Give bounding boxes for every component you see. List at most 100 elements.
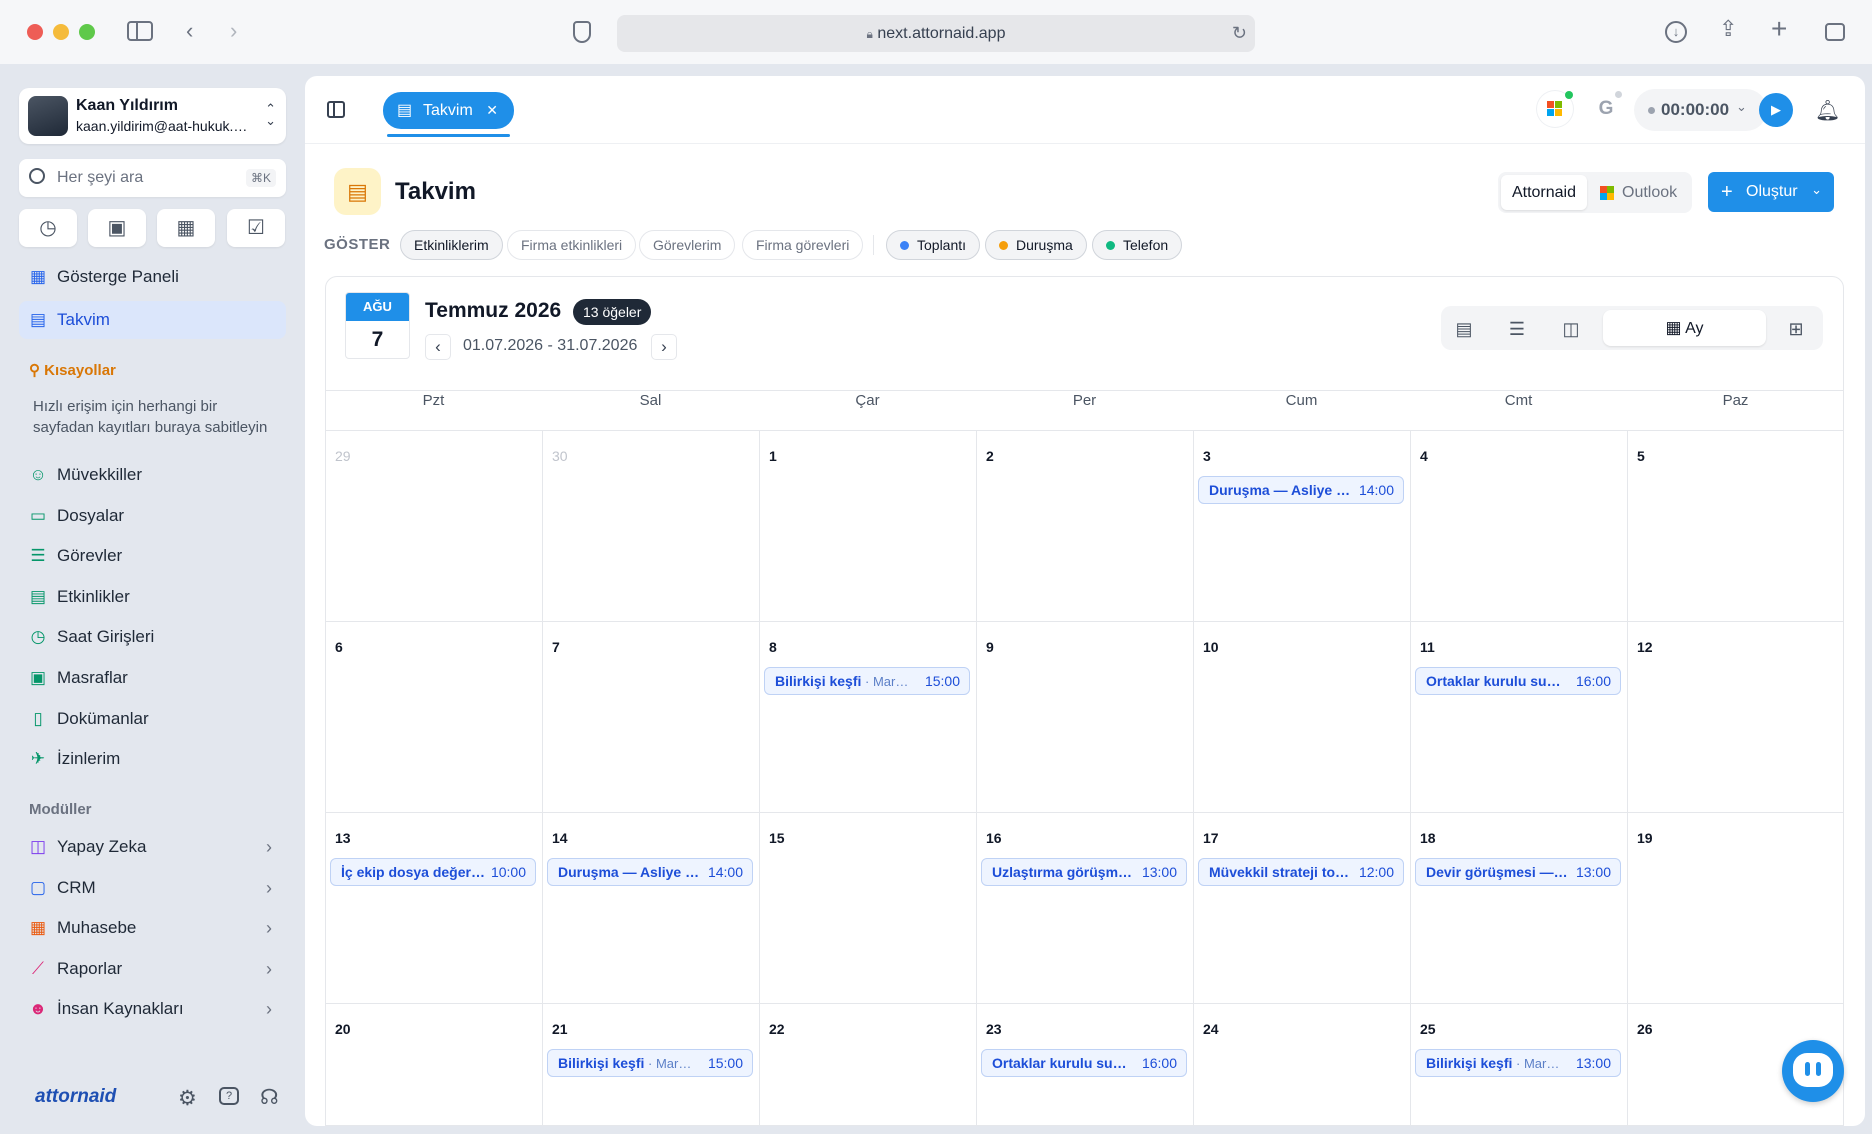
calendar-event[interactable]: Duruşma — Asliye … 14:00 <box>1198 476 1404 504</box>
filter-firm-events[interactable]: Firma etkinlikleri <box>507 230 637 260</box>
type-phone[interactable]: Telefon <box>1092 230 1183 260</box>
sidebar-module-hr[interactable]: ☻ İnsan Kaynakları › <box>19 990 286 1028</box>
calendar-event[interactable]: Ortaklar kurulu su… 16:00 <box>1415 667 1621 695</box>
day-number[interactable]: 9 <box>986 639 994 655</box>
calendar-event[interactable]: Uzlaştırma görüşm… 13:00 <box>981 858 1187 886</box>
day-number[interactable]: 20 <box>335 1021 351 1037</box>
day-number[interactable]: 7 <box>552 639 560 655</box>
panel-toggle-icon[interactable] <box>327 101 345 118</box>
calendar-event[interactable]: Bilirkişi keşfi · Mar… 15:00 <box>764 667 970 695</box>
sidebar-item-events[interactable]: ▤ Etkinlikler <box>19 578 286 616</box>
sidebar-module-accounting[interactable]: ▦ Muhasebe › <box>19 909 286 947</box>
quick-event-button[interactable]: ▦ <box>157 209 215 247</box>
type-hearing[interactable]: Duruşma <box>985 230 1087 260</box>
microsoft-icon[interactable] <box>1537 91 1573 127</box>
view-month-button[interactable]: ▦ Ay <box>1603 310 1766 346</box>
day-number[interactable]: 3 <box>1203 448 1211 464</box>
zoom-window-button[interactable] <box>79 24 95 40</box>
filter-my-tasks[interactable]: Görevlerim <box>639 230 736 260</box>
day-number[interactable]: 24 <box>1203 1021 1219 1037</box>
day-number[interactable]: 1 <box>769 448 777 464</box>
day-number[interactable]: 15 <box>769 830 785 846</box>
day-number[interactable]: 12 <box>1637 639 1653 655</box>
shield-icon[interactable] <box>573 21 591 43</box>
view-week-button[interactable]: ◫ <box>1546 312 1596 346</box>
day-number[interactable]: 8 <box>769 639 777 655</box>
sidebar-item-calendar[interactable]: ▤ Takvim <box>19 301 286 339</box>
tabs-overview-icon[interactable] <box>1825 23 1845 41</box>
minimize-window-button[interactable] <box>53 24 69 40</box>
day-number[interactable]: 2 <box>986 448 994 464</box>
prev-month-button[interactable]: ‹ <box>425 334 451 360</box>
view-list-button[interactable]: ☰ <box>1492 312 1542 346</box>
address-bar[interactable]: 🔒︎ next.attornaid.app ↻ <box>617 15 1255 52</box>
source-outlook[interactable]: Outlook <box>1598 175 1688 210</box>
play-button[interactable]: ▶ <box>1759 93 1793 127</box>
headset-icon[interactable]: ☊ <box>260 1085 279 1110</box>
day-number[interactable]: 17 <box>1203 830 1219 846</box>
close-window-button[interactable] <box>27 24 43 40</box>
day-number[interactable]: 18 <box>1420 830 1436 846</box>
timer-widget[interactable]: 00:00:00 ⌄ ▶ <box>1634 89 1793 131</box>
download-icon[interactable]: ↓ <box>1665 21 1687 43</box>
sidebar-item-expenses[interactable]: ▣ Masraflar <box>19 659 286 697</box>
type-meeting[interactable]: Toplantı <box>886 230 981 260</box>
day-number[interactable]: 26 <box>1637 1021 1653 1037</box>
chat-assistant-button[interactable] <box>1782 1040 1844 1102</box>
sidebar-item-tasks[interactable]: ☰ Görevler <box>19 537 286 575</box>
day-number[interactable]: 25 <box>1420 1021 1436 1037</box>
calendar-event[interactable]: Devir görüşmesi —… 13:00 <box>1415 858 1621 886</box>
day-number[interactable]: 19 <box>1637 830 1653 846</box>
sidebar-item-dashboard[interactable]: ▦ Gösterge Paneli <box>19 258 286 296</box>
sidebar-module-ai[interactable]: ◫ Yapay Zeka › <box>19 828 286 866</box>
bell-icon[interactable]: 🔔︎ <box>1815 98 1840 123</box>
new-tab-icon[interactable]: + <box>1771 15 1787 43</box>
gear-icon[interactable]: ⚙ <box>178 1086 197 1111</box>
day-number[interactable]: 30 <box>552 448 568 464</box>
day-number[interactable]: 21 <box>552 1021 568 1037</box>
today-badge[interactable]: AĞU 7 <box>345 292 410 359</box>
next-month-button[interactable]: › <box>651 334 677 360</box>
calendar-event[interactable]: Duruşma — Asliye … 14:00 <box>547 858 753 886</box>
chevron-down-icon[interactable]: ⌄ <box>1736 99 1747 115</box>
quick-timer-button[interactable]: ◷ <box>19 209 77 247</box>
create-button[interactable]: + Oluştur ⌄ <box>1708 172 1834 212</box>
sidebar-item-leaves[interactable]: ✈ İzinlerim <box>19 740 286 778</box>
calendar-event[interactable]: Ortaklar kurulu su… 16:00 <box>981 1049 1187 1077</box>
forward-icon[interactable]: › <box>230 20 237 42</box>
sidebar-item-documents[interactable]: ▯ Dokümanlar <box>19 700 286 738</box>
day-number[interactable]: 5 <box>1637 448 1645 464</box>
day-number[interactable]: 23 <box>986 1021 1002 1037</box>
view-day-button[interactable]: ▤ <box>1439 312 1489 346</box>
filter-firm-tasks[interactable]: Firma görevleri <box>742 230 864 260</box>
sidebar-module-reports[interactable]: ⟋ Raporlar › <box>19 950 286 988</box>
back-icon[interactable]: ‹ <box>186 20 193 42</box>
user-switcher[interactable]: Kaan Yıldırım kaan.yildirim@aat-hukuk.… … <box>19 88 286 144</box>
reload-icon[interactable]: ↻ <box>1232 15 1247 52</box>
calendar-event[interactable]: Müvekkil strateji to… 12:00 <box>1198 858 1404 886</box>
google-icon[interactable]: G <box>1588 91 1624 127</box>
source-attornaid[interactable]: Attornaid <box>1501 175 1587 210</box>
close-icon[interactable]: ✕ <box>486 92 498 129</box>
day-number[interactable]: 4 <box>1420 448 1428 464</box>
help-icon[interactable]: ? <box>219 1087 239 1105</box>
day-number[interactable]: 14 <box>552 830 568 846</box>
day-number[interactable]: 29 <box>335 448 351 464</box>
tab-calendar[interactable]: ▤ Takvim ✕ <box>383 92 514 129</box>
filter-my-events[interactable]: Etkinliklerim <box>400 230 503 260</box>
day-number[interactable]: 11 <box>1420 639 1435 655</box>
sidebar-item-time-entries[interactable]: ◷ Saat Girişleri <box>19 618 286 656</box>
sidebar-toggle-icon[interactable] <box>127 21 153 41</box>
share-icon[interactable]: ⇪ <box>1719 18 1737 40</box>
sidebar-module-crm[interactable]: ▢ CRM › <box>19 869 286 907</box>
calendar-event[interactable]: İç ekip dosya değer… 10:00 <box>330 858 536 886</box>
sidebar-item-files[interactable]: ▭ Dosyalar <box>19 497 286 535</box>
day-number[interactable]: 10 <box>1203 639 1219 655</box>
day-number[interactable]: 13 <box>335 830 351 846</box>
day-number[interactable]: 6 <box>335 639 343 655</box>
sidebar-item-clients[interactable]: ☺ Müvekkiller <box>19 456 286 494</box>
calendar-event[interactable]: Bilirkişi keşfi · Mar… 15:00 <box>547 1049 753 1077</box>
calendar-event[interactable]: Bilirkişi keşfi · Mar… 13:00 <box>1415 1049 1621 1077</box>
quick-expense-button[interactable]: ▣ <box>88 209 146 247</box>
day-number[interactable]: 22 <box>769 1021 785 1037</box>
